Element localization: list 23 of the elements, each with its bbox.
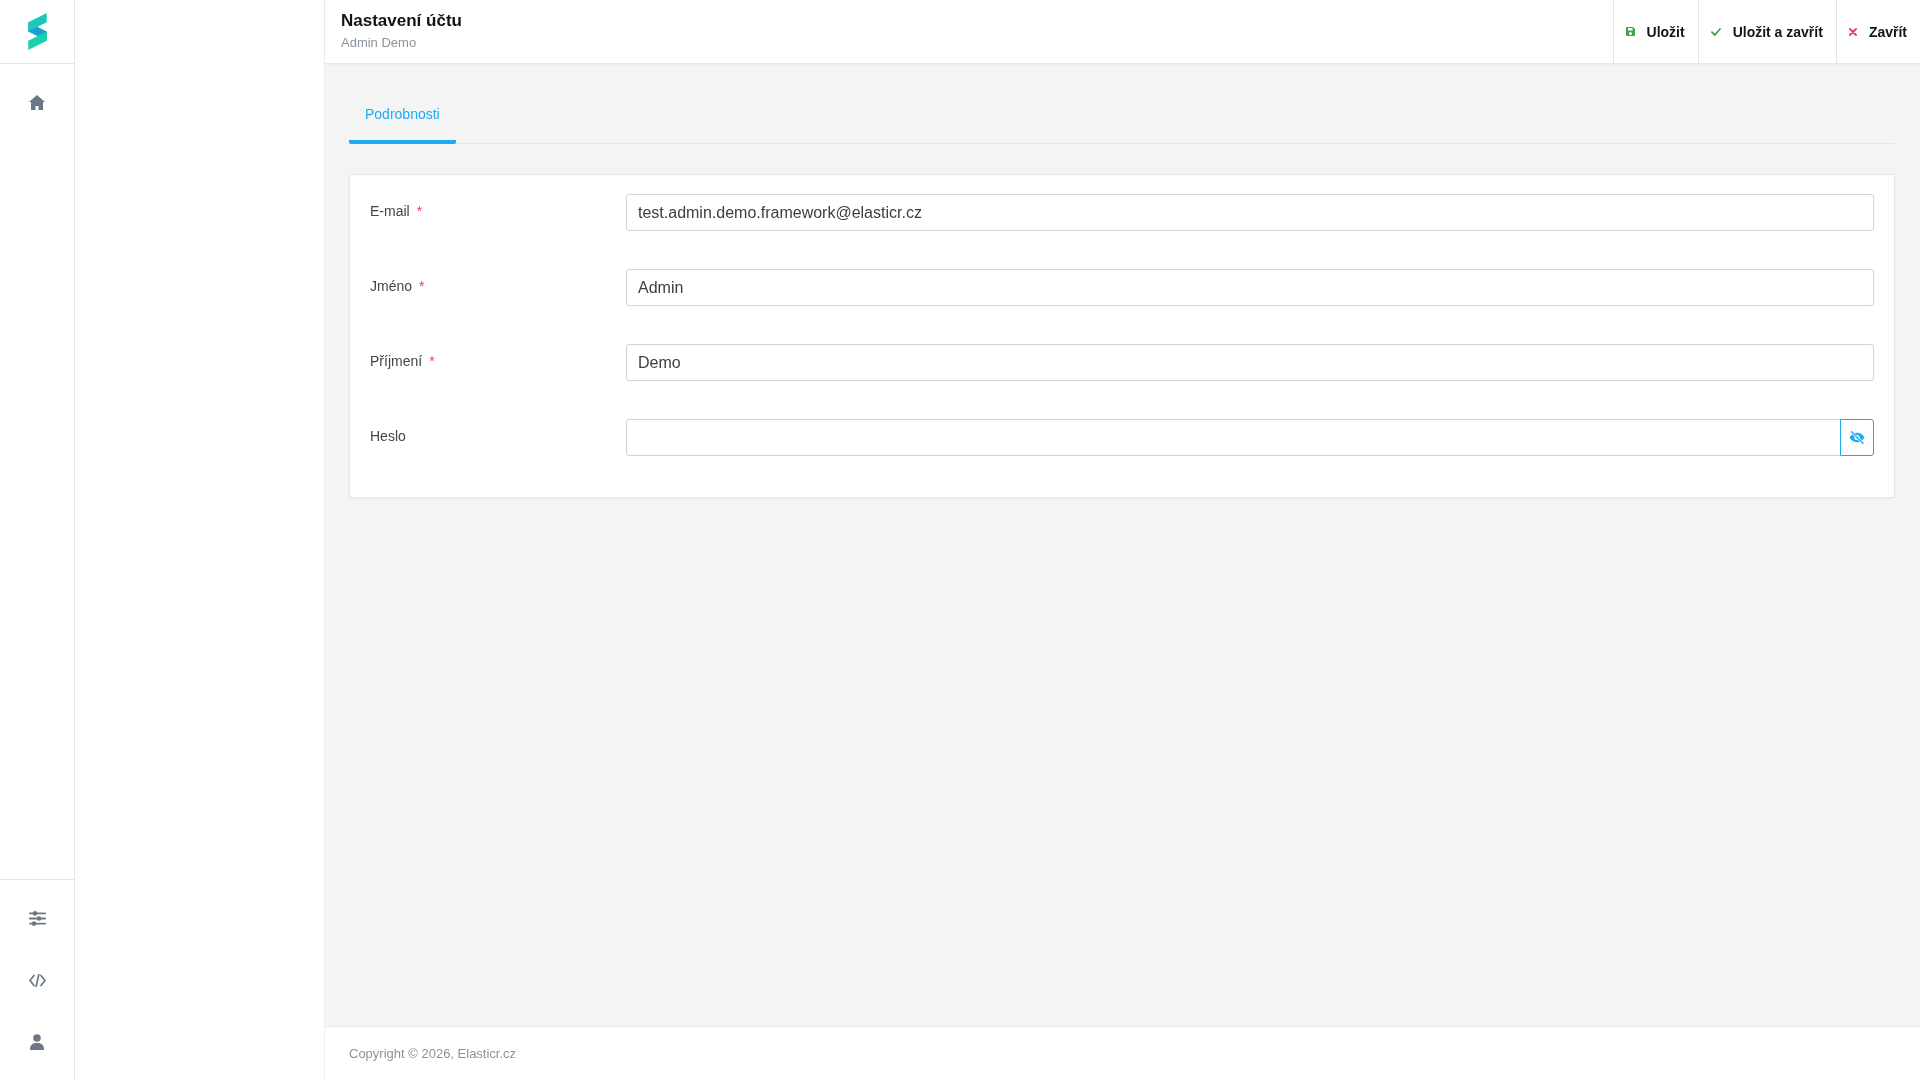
field-label: E-mail * <box>370 202 423 220</box>
home-icon[interactable] <box>29 94 45 110</box>
user-icon[interactable] <box>30 1034 44 1050</box>
save-button[interactable]: Uložit <box>1612 0 1698 63</box>
field-label: Jméno * <box>370 277 425 295</box>
page-subtitle: Admin Demo <box>341 34 417 51</box>
text-field[interactable]: test.admin.demo.framework@elasticr.cz <box>626 194 1874 231</box>
sliders-icon[interactable] <box>28 910 46 926</box>
text-field[interactable]: Demo <box>626 344 1874 381</box>
code-icon[interactable] <box>28 973 46 987</box>
checkmark-icon <box>1710 27 1721 36</box>
logo-icon <box>27 13 47 50</box>
field-label: Příjmení * <box>370 352 435 370</box>
close-icon <box>1848 27 1857 36</box>
text-field[interactable]: Admin <box>626 269 1874 306</box>
visibility-toggle-button[interactable] <box>1840 419 1874 456</box>
save-and-close-button[interactable]: Uložit a zavřít <box>1697 0 1836 63</box>
close-button[interactable]: Zavřít <box>1835 0 1920 63</box>
copyright-text: Copyright © 2026, Elasticr.cz <box>349 1046 517 1061</box>
page-title: Nastavení účtu <box>341 10 462 31</box>
password-field[interactable] <box>626 419 1841 456</box>
field-label: Heslo <box>370 427 406 445</box>
eye-slash-icon <box>1849 431 1865 444</box>
